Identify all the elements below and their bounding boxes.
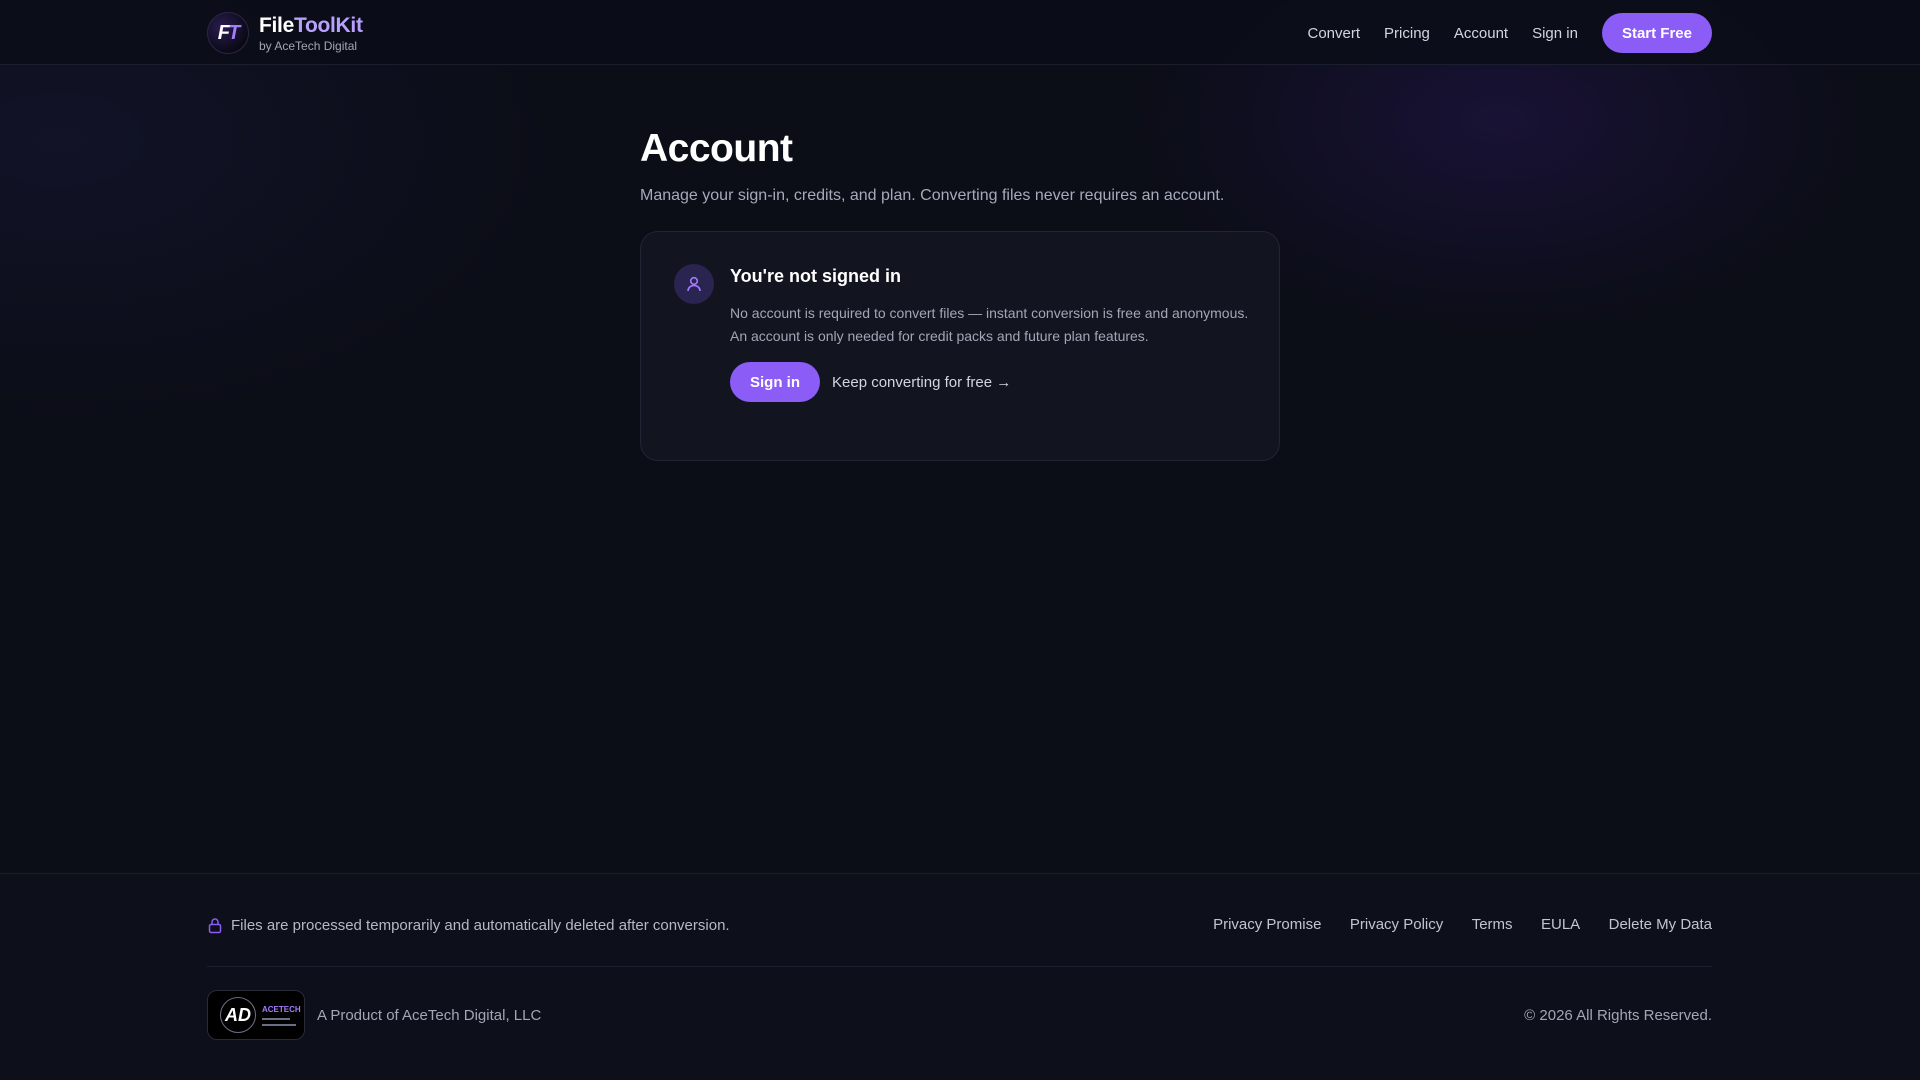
page-title: Account [640,127,793,170]
footer-link-terms[interactable]: Terms [1472,916,1513,933]
footer-link-privacy-promise[interactable]: Privacy Promise [1213,916,1321,933]
main-nav: Convert Pricing Account Sign in Start Fr… [1308,13,1712,53]
nav-account[interactable]: Account [1454,25,1508,42]
user-icon [674,264,714,304]
company-credit: AD ACETECH A Product of AceTech Digital,… [207,990,541,1040]
nav-sign-in[interactable]: Sign in [1532,25,1578,42]
nav-pricing[interactable]: Pricing [1384,25,1430,42]
footer: Files are processed temporarily and auto… [0,873,1920,1080]
footer-links: Privacy Promise Privacy Policy Terms EUL… [1189,916,1712,934]
not-signed-in-card: You're not signed in No account is requi… [640,231,1280,461]
card-title: You're not signed in [730,266,901,286]
copyright: © 2026 All Rights Reserved. [1524,1006,1712,1024]
privacy-notice: Files are processed temporarily and auto… [207,917,730,934]
footer-link-privacy-policy[interactable]: Privacy Policy [1350,916,1443,933]
sign-in-button[interactable]: Sign in [730,362,820,402]
brand-subtitle: by AceTech Digital [259,38,358,53]
footer-link-delete-my-data[interactable]: Delete My Data [1609,916,1712,933]
company-text: A Product of AceTech Digital, LLC [317,1006,542,1024]
nav-convert[interactable]: Convert [1308,25,1361,42]
keep-converting-link[interactable]: Keep converting for free → [832,374,1011,391]
lock-icon [208,917,222,933]
account-main: Account Manage your sign-in, credits, an… [640,127,1280,461]
acetech-logo: AD ACETECH [207,990,305,1040]
top-navbar: FT FileToolKit by AceTech Digital Conver… [0,0,1920,65]
start-free-button[interactable]: Start Free [1601,13,1712,53]
footer-link-eula[interactable]: EULA [1541,916,1580,933]
footer-divider [207,966,1712,967]
privacy-notice-text: Files are processed temporarily and auto… [231,916,730,934]
filetoolkit-logo: FT [207,12,249,54]
card-text: No account is required to convert files … [730,305,1249,344]
page-description: Manage your sign-in, credits, and plan. … [640,187,1225,204]
brand[interactable]: FT FileToolKit by AceTech Digital [207,12,363,54]
brand-name: FileToolKit [259,13,363,37]
